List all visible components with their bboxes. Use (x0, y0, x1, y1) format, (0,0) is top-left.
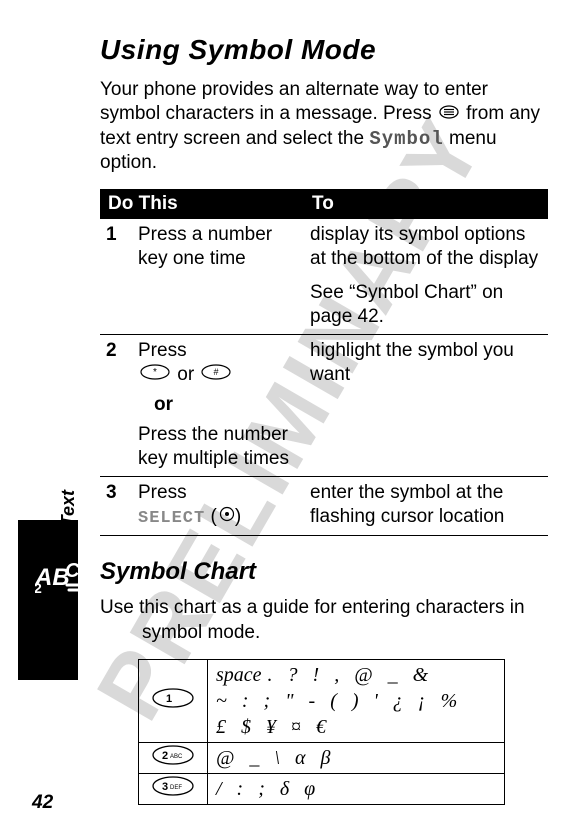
table-header-row: Do This To (100, 189, 548, 219)
sym-line: @ _ \ α β (216, 747, 335, 769)
svg-text:1: 1 (166, 693, 172, 705)
instruction-table: Do This To 1 Press a number key one time… (100, 189, 548, 536)
page-title: Using Symbol Mode (100, 34, 548, 66)
step-do: Press SELECT ( ) (132, 477, 304, 536)
or-label-inline: or (177, 364, 194, 385)
step-to: enter the symbol at the flashing cursor … (304, 477, 548, 536)
col-to: To (304, 189, 548, 219)
step-to: highlight the symbol you want (304, 335, 548, 477)
symbol-chart-title: Symbol Chart (100, 558, 548, 586)
sym-line: / : ; δ φ (216, 778, 320, 800)
open-paren: ( (211, 506, 217, 527)
key-cell: 1 (139, 659, 208, 742)
table-row: 2 ABC @ _ \ α β (139, 742, 505, 773)
key-3-icon: 3 DEF (152, 776, 194, 796)
abc-mode-icon: AB C 2 (35, 555, 91, 600)
hash-key-icon: # (201, 363, 231, 387)
svg-text:*: * (153, 367, 157, 378)
svg-text:DEF: DEF (170, 785, 182, 791)
col-do-this: Do This (100, 189, 304, 219)
key-cell: 2 ABC (139, 742, 208, 773)
table-row: 1 space . ? ! , @ _ & ~ : ; " - ( ) ' ¿ ¡… (139, 659, 505, 742)
press-alt: Press the number key multiple times (138, 424, 289, 469)
table-row: 2 Press * or # or Press the number key m… (100, 335, 548, 477)
svg-text:2: 2 (35, 580, 42, 595)
select-softkey-label: SELECT (138, 509, 205, 528)
intro-text-1: Your phone provides an alternate way to … (100, 79, 488, 124)
sym-line: £ $ ¥ ¤ € (216, 716, 331, 738)
menu-icon (439, 102, 459, 126)
key-2-icon: 2 ABC (152, 745, 194, 765)
table-row: 1 Press a number key one time display it… (100, 219, 548, 335)
svg-text:2: 2 (162, 750, 168, 762)
step-number: 2 (100, 335, 132, 477)
table-row: 3 DEF / : ; δ φ (139, 773, 505, 804)
symbol-chart-intro: Use this chart as a guide for entering c… (100, 596, 548, 645)
key-cell: 3 DEF (139, 773, 208, 804)
step-number: 1 (100, 219, 132, 335)
symbol-menu-word: Symbol (369, 128, 443, 150)
step-do: Press * or # or Press the number key mul… (132, 335, 304, 477)
svg-text:C: C (65, 560, 80, 582)
symbol-chart-table: 1 space . ? ! , @ _ & ~ : ; " - ( ) ' ¿ ¡… (138, 659, 505, 805)
sym-line: . ? ! , @ _ & (268, 664, 434, 686)
symbols-cell: / : ; δ φ (208, 773, 505, 804)
step-to-a: display its symbol options at the bottom… (310, 223, 542, 271)
svg-text:3: 3 (162, 781, 168, 793)
softkey-dot-icon (219, 505, 235, 529)
space-word: space (216, 664, 262, 686)
svg-text:ABC: ABC (170, 754, 183, 760)
or-label: or (154, 393, 298, 417)
press-label: Press (138, 482, 187, 503)
intro-paragraph: Your phone provides an alternate way to … (100, 78, 548, 175)
step-number: 3 (100, 477, 132, 536)
press-label: Press (138, 340, 187, 361)
star-key-icon: * (140, 363, 170, 387)
step-to: display its symbol options at the bottom… (304, 219, 548, 335)
close-paren: ) (235, 506, 241, 527)
step-do: Press a number key one time (132, 219, 304, 335)
table-row: 3 Press SELECT ( ) enter the symbol at t… (100, 477, 548, 536)
sym-line: ~ : ; " - ( ) ' ¿ ¡ % (216, 690, 462, 712)
step-to-b: See “Symbol Chart” on page 42. (310, 281, 542, 329)
key-1-icon: 1 (152, 688, 194, 708)
svg-text:#: # (214, 367, 219, 377)
symbols-cell: space . ? ! , @ _ & ~ : ; " - ( ) ' ¿ ¡ %… (208, 659, 505, 742)
symbols-cell: @ _ \ α β (208, 742, 505, 773)
